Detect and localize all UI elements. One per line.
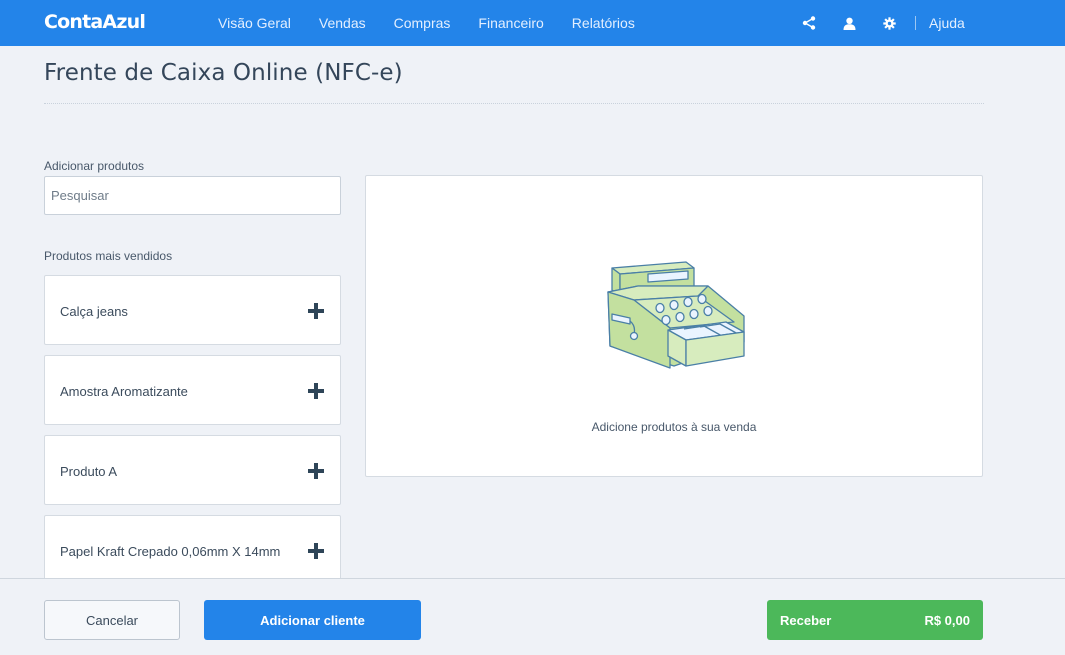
product-name: Amostra Aromatizante [60, 384, 188, 399]
plus-icon[interactable] [308, 543, 324, 559]
plus-icon[interactable] [308, 463, 324, 479]
contaazul-logo[interactable]: ContaAzul [44, 11, 146, 33]
product-card[interactable]: Papel Kraft Crepado 0,06mm X 14mm [44, 515, 341, 585]
gear-icon[interactable] [880, 14, 898, 32]
main-nav: Visão Geral Vendas Compras Financeiro Re… [218, 15, 663, 31]
plus-icon[interactable] [308, 383, 324, 399]
product-name: Produto A [60, 464, 118, 479]
title-divider [44, 103, 984, 104]
nav-visao-geral[interactable]: Visão Geral [218, 15, 291, 31]
sale-items-panel: Adicione produtos à sua venda [365, 175, 983, 477]
cancel-button[interactable]: Cancelar [44, 600, 180, 640]
receive-amount: R$ 0,00 [924, 612, 970, 628]
empty-cart-message: Adicione produtos à sua venda [591, 420, 757, 434]
top-actions: Ajuda [800, 14, 965, 32]
user-icon[interactable] [840, 14, 858, 32]
nav-divider [915, 16, 916, 30]
product-card[interactable]: Calça jeans [44, 275, 341, 345]
product-card[interactable]: Amostra Aromatizante [44, 355, 341, 425]
nav-compras[interactable]: Compras [394, 15, 451, 31]
top-navbar: ContaAzul Visão Geral Vendas Compras Fin… [0, 0, 1065, 46]
nav-vendas[interactable]: Vendas [319, 15, 366, 31]
nav-relatorios[interactable]: Relatórios [572, 15, 635, 31]
plus-icon[interactable] [308, 303, 324, 319]
product-name: Papel Kraft Crepado 0,06mm X 14mm [60, 544, 281, 559]
add-client-button[interactable]: Adicionar cliente [204, 600, 421, 640]
product-search-input[interactable] [44, 176, 341, 215]
product-card[interactable]: Produto A [44, 435, 341, 505]
action-footer: Cancelar Adicionar cliente Receber R$ 0,… [0, 578, 1065, 655]
product-name: Calça jeans [60, 304, 128, 319]
page-title: Frente de Caixa Online (NFC-e) [44, 60, 403, 86]
cash-register-illustration [607, 261, 745, 369]
receive-label: Receber [780, 612, 832, 628]
share-icon[interactable] [800, 14, 818, 32]
help-link[interactable]: Ajuda [929, 15, 965, 31]
add-products-label: Adicionar produtos [44, 159, 145, 173]
best-sellers-label: Produtos mais vendidos [44, 249, 173, 263]
nav-financeiro[interactable]: Financeiro [478, 15, 543, 31]
receive-button[interactable]: Receber R$ 0,00 [767, 600, 983, 640]
